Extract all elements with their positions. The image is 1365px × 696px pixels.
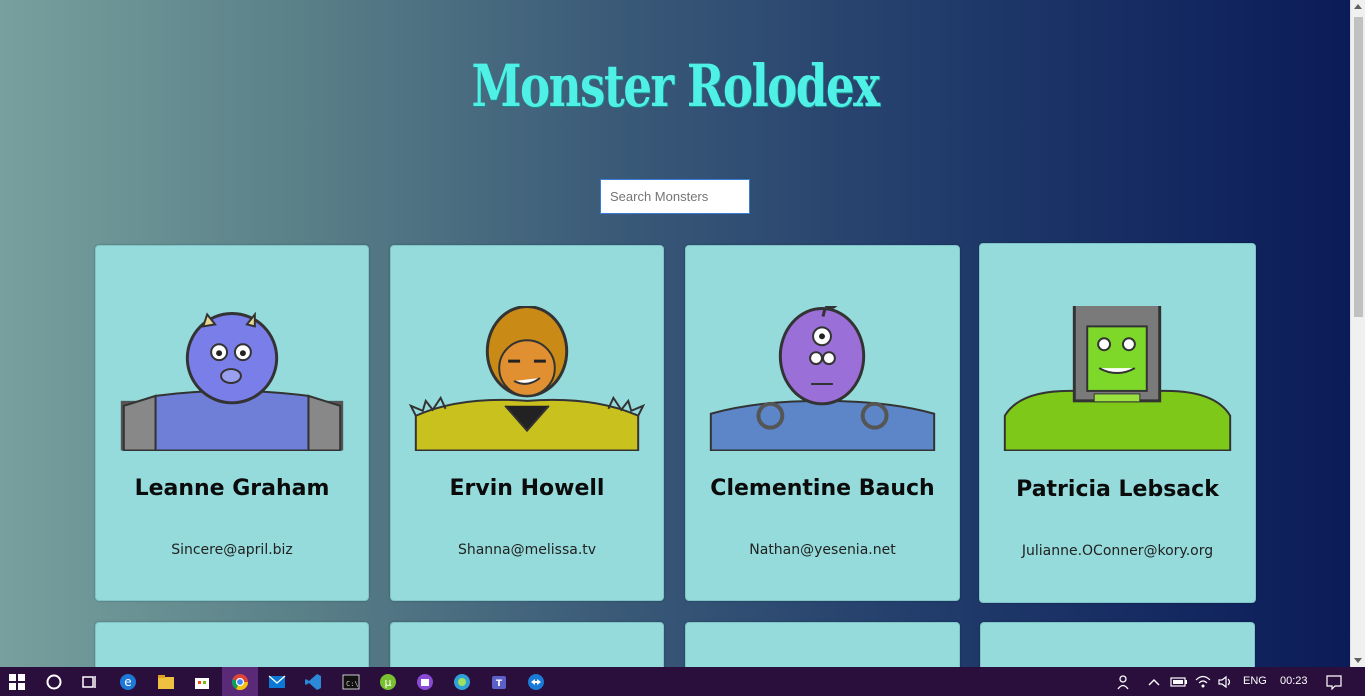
monster-avatar	[1003, 306, 1232, 451]
svg-text:e: e	[124, 675, 131, 689]
monster-card[interactable]	[685, 622, 960, 667]
monster-name: Patricia Lebsack	[1016, 477, 1219, 502]
scrollbar-thumb[interactable]	[1354, 17, 1363, 317]
people-icon[interactable]	[1113, 671, 1135, 693]
monster-avatar	[408, 306, 646, 451]
chrome-icon[interactable]	[222, 667, 258, 696]
teams-icon[interactable]: T	[488, 671, 510, 693]
monster-card[interactable]	[390, 622, 664, 667]
file-explorer-icon[interactable]	[155, 671, 177, 693]
utorrent-icon[interactable]: µ	[377, 671, 399, 693]
mail-icon[interactable]	[266, 671, 288, 693]
monster-name: Ervin Howell	[449, 476, 605, 501]
search-input[interactable]	[600, 179, 750, 214]
monster-card[interactable]: Leanne Graham Sincere@april.biz	[95, 245, 369, 601]
monster-email: Julianne.OConner@kory.org	[1021, 543, 1214, 559]
battery-icon[interactable]	[1168, 671, 1190, 693]
svg-text:C:\: C:\	[346, 680, 359, 688]
page: Monster Rolodex Leanne Graham Sincere@ap…	[0, 0, 1350, 667]
chevron-up-icon[interactable]	[1143, 671, 1165, 693]
svg-text:µ: µ	[385, 676, 392, 689]
taskbar: e C:\ µ T ENG 00:23	[0, 667, 1365, 696]
task-view-icon[interactable]	[79, 671, 101, 693]
monster-name: Leanne Graham	[134, 476, 330, 501]
browser-icon[interactable]	[451, 671, 473, 693]
monster-card[interactable]: Clementine Bauch Nathan@yesenia.net	[685, 245, 960, 601]
page-title: Monster Rolodex	[471, 52, 880, 120]
monster-card[interactable]	[980, 622, 1255, 667]
monster-card[interactable]	[95, 622, 369, 667]
wifi-icon[interactable]	[1192, 671, 1214, 693]
volume-icon[interactable]	[1214, 671, 1236, 693]
teamviewer-icon[interactable]	[525, 671, 547, 693]
monster-name: Clementine Bauch	[710, 476, 935, 501]
vscode-icon[interactable]	[302, 671, 324, 693]
vertical-scrollbar[interactable]	[1350, 0, 1365, 667]
clock[interactable]: 00:23	[1280, 675, 1308, 687]
monster-avatar	[120, 311, 344, 451]
scroll-up-icon[interactable]	[1354, 4, 1362, 9]
language-indicator[interactable]: ENG	[1243, 675, 1267, 687]
scroll-down-icon[interactable]	[1354, 658, 1362, 663]
svg-text:T: T	[496, 679, 503, 689]
windows-start-icon[interactable]	[6, 671, 28, 693]
notification-icon[interactable]	[1323, 671, 1345, 693]
cortana-icon[interactable]	[43, 671, 65, 693]
monster-email: Shanna@melissa.tv	[457, 542, 597, 558]
store-icon[interactable]	[191, 671, 213, 693]
monster-avatar	[709, 306, 936, 451]
monster-email: Nathan@yesenia.net	[749, 542, 896, 558]
app-icon[interactable]	[414, 671, 436, 693]
terminal-icon[interactable]: C:\	[340, 671, 362, 693]
monster-card[interactable]: Patricia Lebsack Julianne.OConner@kory.o…	[979, 243, 1256, 603]
edge-icon[interactable]: e	[117, 671, 139, 693]
monster-card[interactable]: Ervin Howell Shanna@melissa.tv	[390, 245, 664, 601]
monster-email: Sincere@april.biz	[171, 542, 293, 558]
